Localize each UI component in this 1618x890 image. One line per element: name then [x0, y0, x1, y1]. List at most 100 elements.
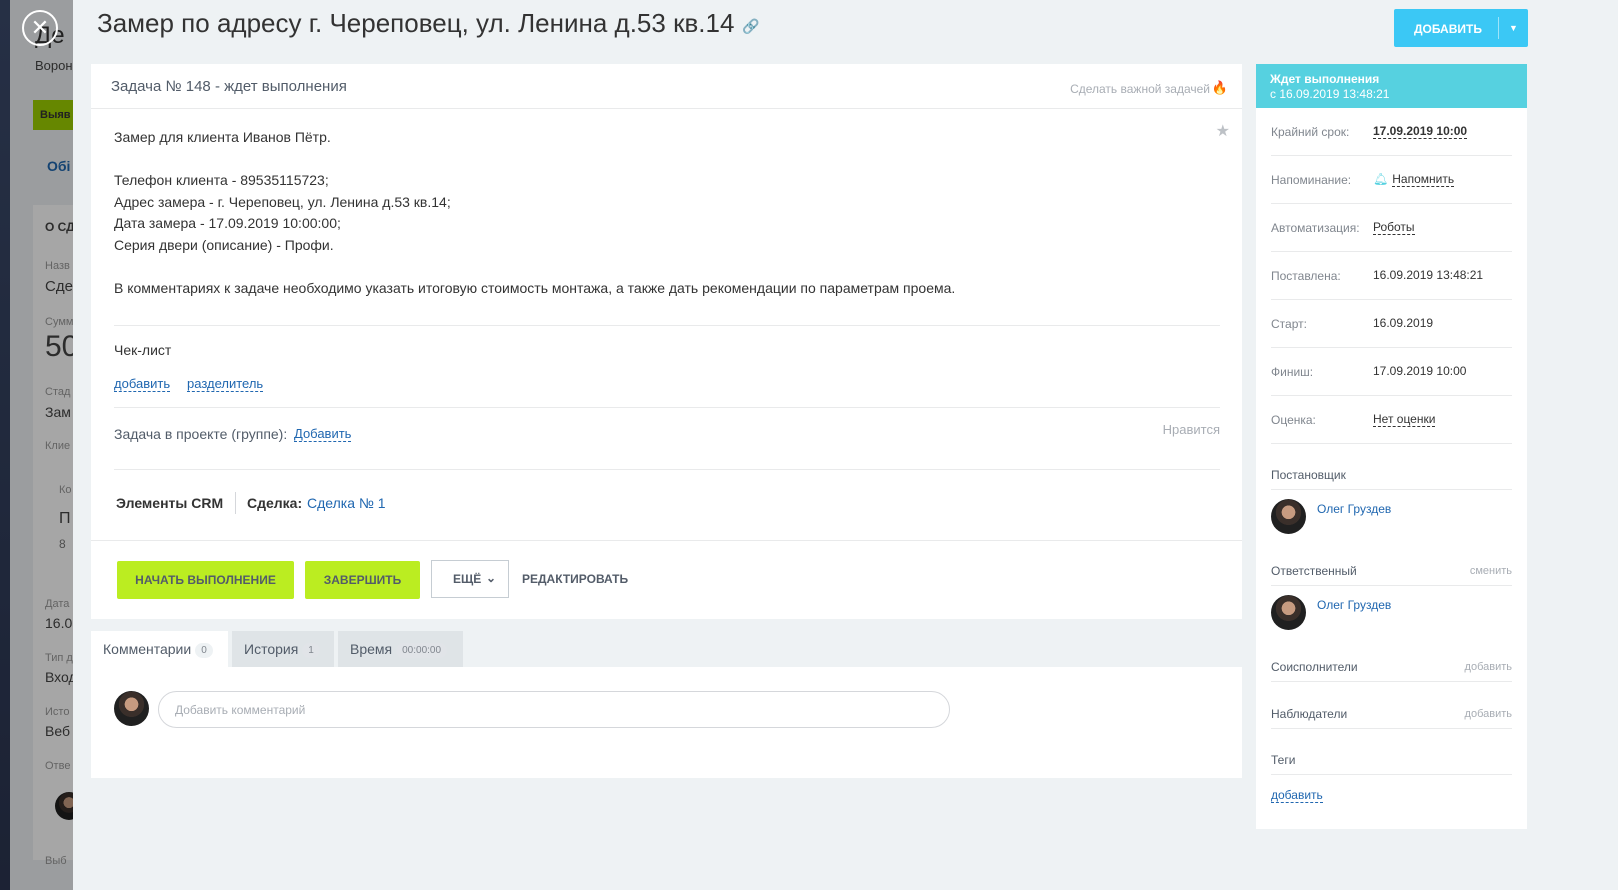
row-key: Поставлена: — [1271, 269, 1341, 283]
checklist-add-link[interactable]: добавить — [114, 376, 171, 392]
description-line: Дата замера - 17.09.2019 10:00:00; — [114, 215, 341, 231]
more-button[interactable]: ЕЩЁ ⌄ — [431, 560, 509, 598]
divider — [114, 325, 1220, 326]
project-add-link[interactable]: Добавить — [294, 426, 352, 442]
start-task-button[interactable]: НАЧАТЬ ВЫПОЛНЕНИЕ — [117, 561, 294, 599]
description-line: Телефон клиента - 89535115723; — [114, 172, 329, 188]
user-name[interactable]: Олег Груздев — [1317, 502, 1391, 516]
rating-value[interactable]: Нет оценки — [1373, 412, 1436, 427]
section-title: Соисполнители — [1271, 660, 1358, 674]
status-since: с 16.09.2019 13:48:21 — [1270, 87, 1390, 101]
row-key: Крайний срок: — [1271, 125, 1350, 139]
task-card: Задача № 148 - ждет выполнения Сделать в… — [91, 64, 1242, 619]
tab-count: 00:00:00 — [396, 643, 448, 658]
deal-link[interactable]: Сделка № 1 — [307, 495, 386, 511]
link-icon[interactable]: 🔗 — [742, 18, 759, 34]
creator-section: Постановщик — [1271, 460, 1512, 490]
comments-panel: Добавить комментарий — [91, 667, 1242, 778]
add-tag-link[interactable]: добавить — [1271, 788, 1323, 803]
checklist-title: Чек-лист — [114, 342, 172, 358]
robots-link[interactable]: Роботы — [1373, 220, 1415, 235]
created-row: Поставлена: 16.09.2019 13:48:21 — [1271, 252, 1512, 300]
coexecutors-section: Соисполнители добавить — [1271, 652, 1512, 682]
finish-row: Финиш: 17.09.2019 10:00 — [1271, 348, 1512, 396]
created-value: 16.09.2019 13:48:21 — [1373, 268, 1484, 282]
reminder-label: Напомнить — [1392, 172, 1455, 187]
page-title: Замер по адресу г. Череповец, ул. Ленина… — [97, 8, 760, 39]
tab-label: История — [244, 641, 299, 657]
edit-button[interactable]: РЕДАКТИРОВАТЬ — [522, 572, 628, 586]
comment-input[interactable]: Добавить комментарий — [158, 691, 950, 728]
change-responsible-link[interactable]: сменить — [1470, 565, 1512, 577]
description-gap — [114, 256, 955, 278]
description-gap — [114, 149, 955, 171]
like-link[interactable]: Нравится — [1163, 422, 1220, 437]
bell-icon: 🔔︎ — [1373, 172, 1389, 186]
row-key: Оценка: — [1271, 413, 1316, 427]
finish-task-button[interactable]: ЗАВЕРШИТЬ — [305, 561, 420, 599]
add-button-divider — [1498, 17, 1499, 39]
reminder-row: Напоминание: 🔔︎ Напомнить — [1271, 156, 1512, 204]
tab-count: 1 — [302, 643, 320, 658]
start-value: 16.09.2019 — [1373, 316, 1434, 330]
tab-label: Комментарии — [103, 641, 192, 657]
finish-value: 17.09.2019 10:00 — [1373, 364, 1467, 378]
status-block: Ждет выполнения с 16.09.2019 13:48:21 — [1256, 64, 1527, 108]
more-button-label: ЕЩЁ — [453, 572, 482, 586]
description-line: Адрес замера - г. Череповец, ул. Ленина … — [114, 193, 451, 210]
add-observer-link[interactable]: добавить — [1465, 708, 1512, 720]
section-title: Теги — [1271, 753, 1296, 767]
dim-overlay — [0, 0, 73, 890]
reminder-link[interactable]: 🔔︎ Напомнить — [1373, 172, 1455, 187]
make-important-link[interactable]: Сделать важной задачей — [1070, 82, 1210, 96]
tab-count: 0 — [195, 643, 213, 658]
description-line: В комментариях к задаче необходимо указа… — [114, 279, 956, 296]
row-key: Старт: — [1271, 317, 1307, 331]
section-title: Наблюдатели — [1271, 707, 1348, 721]
avatar — [1271, 499, 1306, 534]
automation-row: Автоматизация: Роботы — [1271, 204, 1512, 252]
star-icon[interactable]: ★ — [1216, 121, 1230, 141]
task-title: Замер по адресу г. Череповец, ул. Ленина… — [97, 8, 735, 38]
row-key: Напоминание: — [1271, 173, 1352, 187]
user-name[interactable]: Олег Груздев — [1317, 598, 1391, 612]
responsible-section: Ответственный сменить — [1271, 556, 1512, 586]
row-key: Автоматизация: — [1271, 221, 1360, 235]
tags-section: Теги — [1271, 745, 1512, 775]
task-description: Замер для клиента Иванов Пётр. Телефон к… — [114, 127, 955, 299]
section-title: Постановщик — [1271, 468, 1346, 482]
tab-comments[interactable]: Комментарии 0 — [91, 631, 228, 667]
chevron-down-icon: ⌄ — [486, 571, 497, 585]
deadline-value[interactable]: 17.09.2019 10:00 — [1373, 124, 1468, 139]
section-title: Ответственный — [1271, 564, 1357, 578]
start-row: Старт: 16.09.2019 — [1271, 300, 1512, 348]
avatar — [114, 691, 149, 726]
tab-time[interactable]: Время 00:00:00 — [338, 631, 463, 667]
add-coexecutor-link[interactable]: добавить — [1465, 661, 1512, 673]
task-card-header: Задача № 148 - ждет выполнения Сделать в… — [91, 64, 1242, 109]
project-label: Задача в проекте (группе): — [114, 426, 288, 442]
crm-divider — [235, 492, 236, 514]
close-icon[interactable]: ✕ — [22, 10, 58, 46]
divider — [114, 407, 1220, 408]
tab-history[interactable]: История 1 — [232, 631, 334, 667]
task-heading: Задача № 148 - ждет выполнения — [111, 78, 347, 95]
add-button-label: ДОБАВИТЬ — [1414, 22, 1482, 36]
crm-elements-label: Элементы CRM — [116, 495, 224, 511]
fire-icon[interactable]: 🔥 — [1212, 80, 1228, 96]
chevron-down-icon[interactable]: ▼ — [1509, 23, 1518, 33]
deadline-row: Крайний срок: 17.09.2019 10:00 — [1271, 108, 1512, 156]
description-line: Замер для клиента Иванов Пётр. — [114, 129, 331, 145]
task-slider: Замер по адресу г. Череповец, ул. Ленина… — [73, 0, 1618, 890]
deal-label: Сделка: — [247, 495, 303, 511]
observers-section: Наблюдатели добавить — [1271, 699, 1512, 729]
avatar — [1271, 595, 1306, 630]
add-button[interactable]: ДОБАВИТЬ ▼ — [1394, 9, 1528, 47]
rating-row: Оценка: Нет оценки — [1271, 396, 1512, 444]
description-line: Серия двери (описание) - Профи. — [114, 236, 334, 253]
divider — [114, 469, 1220, 470]
row-key: Финиш: — [1271, 365, 1314, 379]
checklist-separator-link[interactable]: разделитель — [187, 376, 264, 392]
task-actions: НАЧАТЬ ВЫПОЛНЕНИЕ ЗАВЕРШИТЬ ЕЩЁ ⌄ РЕДАКТ… — [91, 540, 1242, 619]
status-title: Ждет выполнения — [1270, 72, 1380, 86]
